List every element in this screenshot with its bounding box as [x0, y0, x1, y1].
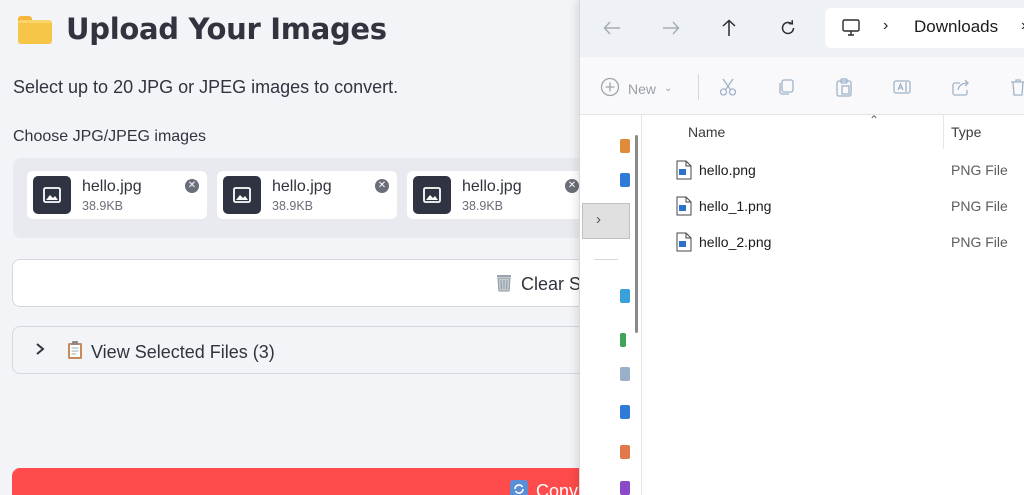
column-divider[interactable] [943, 115, 944, 149]
wastebasket-icon [495, 272, 513, 297]
clipboard-icon [67, 340, 83, 365]
sort-caret-icon: ⌃ [869, 113, 880, 127]
refresh-icon[interactable] [776, 16, 800, 40]
column-header-type[interactable]: Type [951, 124, 981, 140]
page-subtitle: Select up to 20 JPG or JPEG images to co… [13, 77, 399, 97]
column-headers: Name ⌃ Type [643, 113, 1024, 149]
copy-icon[interactable] [776, 77, 796, 97]
file-size: 38.9KB [272, 199, 314, 213]
chevron-right-icon: › [596, 211, 601, 228]
downloads-icon[interactable] [620, 333, 626, 347]
file-row[interactable]: hello.png PNG File [643, 155, 1024, 185]
remove-file-icon[interactable]: ✕ [185, 179, 199, 193]
file-size: 38.9KB [462, 199, 504, 213]
desktop-icon[interactable] [620, 289, 630, 303]
file-size: 38.9KB [82, 199, 124, 213]
file-name: hello.png [699, 162, 756, 178]
uploaded-file-chip: hello.jpg 38.9KB ✕ [407, 171, 587, 219]
documents-icon[interactable] [620, 367, 630, 381]
refresh-icon [510, 480, 528, 495]
png-file-icon [676, 232, 692, 257]
new-button-label: New [628, 80, 657, 97]
uploaded-file-chip: hello.jpg 38.9KB ✕ [217, 171, 397, 219]
png-file-icon [676, 196, 692, 221]
back-arrow-icon[interactable] [600, 16, 624, 40]
uploaded-file-chip: hello.jpg 38.9KB ✕ [27, 171, 207, 219]
image-file-icon [413, 176, 451, 214]
pictures-icon[interactable] [620, 405, 630, 419]
file-type: PNG File [951, 198, 1008, 214]
delete-icon[interactable] [1008, 77, 1024, 97]
chevron-down-icon: ⌄ [664, 83, 673, 94]
page-header: Upload Your Images [18, 12, 387, 46]
rename-icon[interactable] [892, 77, 912, 97]
remove-file-icon[interactable]: ✕ [375, 179, 389, 193]
chevron-right-icon [35, 342, 45, 361]
address-bar: › Downloads › [580, 0, 1024, 57]
image-file-icon [33, 176, 71, 214]
uploader-label: Choose JPG/JPEG images [13, 128, 206, 145]
page-title: Upload Your Images [66, 12, 387, 46]
breadcrumb-chevron-icon: › [883, 17, 889, 34]
command-bar: New ⌄ [580, 57, 1024, 115]
clear-selection-button[interactable]: Clear Sel [12, 259, 632, 307]
paste-icon[interactable] [834, 77, 854, 97]
file-name: hello_1.png [699, 198, 772, 214]
home-icon[interactable] [620, 139, 630, 153]
expander-label: View Selected Files (3) [91, 342, 275, 362]
png-file-icon [676, 160, 692, 185]
toolbar-divider [698, 74, 699, 100]
selected-files-expander[interactable]: View Selected Files (3) [12, 326, 632, 374]
cut-icon[interactable] [718, 77, 738, 97]
file-name: hello_2.png [699, 234, 772, 250]
share-icon[interactable] [951, 77, 971, 97]
convert-button[interactable]: Conv [12, 468, 632, 495]
breadcrumb[interactable]: › Downloads › [825, 8, 1024, 48]
scrollbar[interactable] [635, 135, 638, 333]
image-file-icon [223, 176, 261, 214]
videos-icon[interactable] [620, 481, 630, 495]
folder-icon [18, 14, 52, 44]
breadcrumb-item-downloads[interactable]: Downloads [914, 17, 998, 37]
plus-circle-icon [600, 77, 620, 100]
nav-divider [594, 259, 618, 260]
column-header-name[interactable]: Name [688, 124, 725, 140]
gallery-icon[interactable] [620, 173, 630, 187]
convert-label: Conv [536, 481, 579, 495]
computer-icon [841, 18, 861, 43]
file-row[interactable]: hello_1.png PNG File [643, 191, 1024, 221]
file-explorer-window: › Downloads › New ⌄ [579, 0, 1024, 495]
nav-item-selected[interactable]: › [582, 203, 630, 239]
file-name: hello.jpg [462, 178, 522, 195]
remove-file-icon[interactable]: ✕ [565, 179, 579, 193]
file-type: PNG File [951, 234, 1008, 250]
upload-app: Upload Your Images Select up to 20 JPG o… [0, 0, 632, 495]
file-uploader[interactable]: hello.jpg 38.9KB ✕ hello.jpg 38.9KB ✕ he… [13, 158, 613, 238]
new-button[interactable]: New ⌄ [600, 77, 672, 100]
forward-arrow-icon[interactable] [659, 16, 683, 40]
file-type: PNG File [951, 162, 1008, 178]
file-name: hello.jpg [272, 178, 332, 195]
navigation-pane: › [580, 115, 642, 495]
file-name: hello.jpg [82, 178, 142, 195]
music-icon[interactable] [620, 445, 630, 459]
file-row[interactable]: hello_2.png PNG File [643, 227, 1024, 257]
up-arrow-icon[interactable] [717, 16, 741, 40]
